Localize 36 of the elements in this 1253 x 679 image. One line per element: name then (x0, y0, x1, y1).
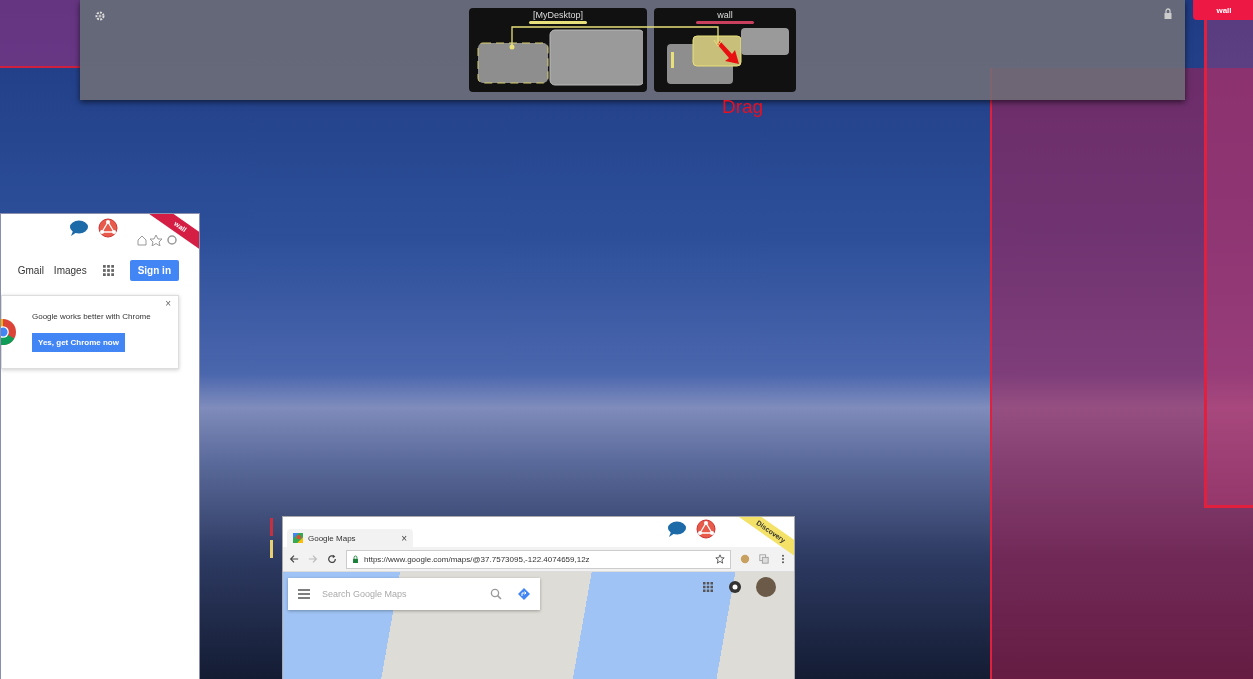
directions-icon[interactable] (518, 588, 530, 600)
settings-icon[interactable] (94, 10, 106, 22)
maps-icon (293, 533, 303, 543)
search-icon[interactable] (490, 588, 502, 600)
network-icon[interactable] (98, 218, 118, 238)
speech-bubble-icon[interactable] (69, 220, 89, 236)
back-icon[interactable] (289, 554, 299, 564)
desktop-thumbnail[interactable]: [MyDesktop] (469, 8, 647, 92)
menu-icon[interactable] (298, 589, 310, 599)
desktop-thumbnail[interactable]: wall (654, 8, 796, 92)
notification-icon[interactable] (729, 581, 741, 593)
speech-bubble-icon[interactable] (667, 521, 687, 537)
lock-icon (352, 554, 359, 564)
reload-icon[interactable] (327, 554, 337, 564)
url-text: https://www.google.com/maps/@37.7573095,-122.4074659,12z (364, 554, 591, 564)
browser-tab[interactable]: Google Maps × (287, 529, 413, 547)
close-button[interactable]: × (165, 298, 171, 309)
address-bar[interactable]: https://www.google.com/maps/@37.7573095,-122.4074659,12z (346, 549, 731, 569)
wall-tab[interactable]: wall (1193, 0, 1253, 20)
header-link[interactable]: Images (53, 265, 87, 276)
window-marker-drawing (270, 518, 273, 558)
star-icon[interactable] (715, 554, 725, 564)
network-icon[interactable] (696, 519, 716, 539)
header-link[interactable]: Gmail (17, 265, 44, 276)
get-chrome-button[interactable]: Yes, get Chrome now (32, 333, 125, 352)
sign-in-button[interactable]: Sign in (129, 260, 179, 281)
apps-grid-icon[interactable] (102, 265, 114, 276)
promo-text: Google works better with Chrome (32, 312, 151, 321)
desktop-label: wall (717, 10, 733, 20)
drag-hint: Drag (722, 96, 764, 118)
desktop-label: [MyDesktop] (533, 10, 583, 20)
avatar[interactable] (756, 577, 776, 597)
lock-icon[interactable] (1163, 8, 1173, 20)
apps-grid-icon[interactable] (703, 582, 713, 592)
tab-title: Google Maps (308, 533, 357, 543)
close-tab-button[interactable]: × (401, 532, 407, 544)
